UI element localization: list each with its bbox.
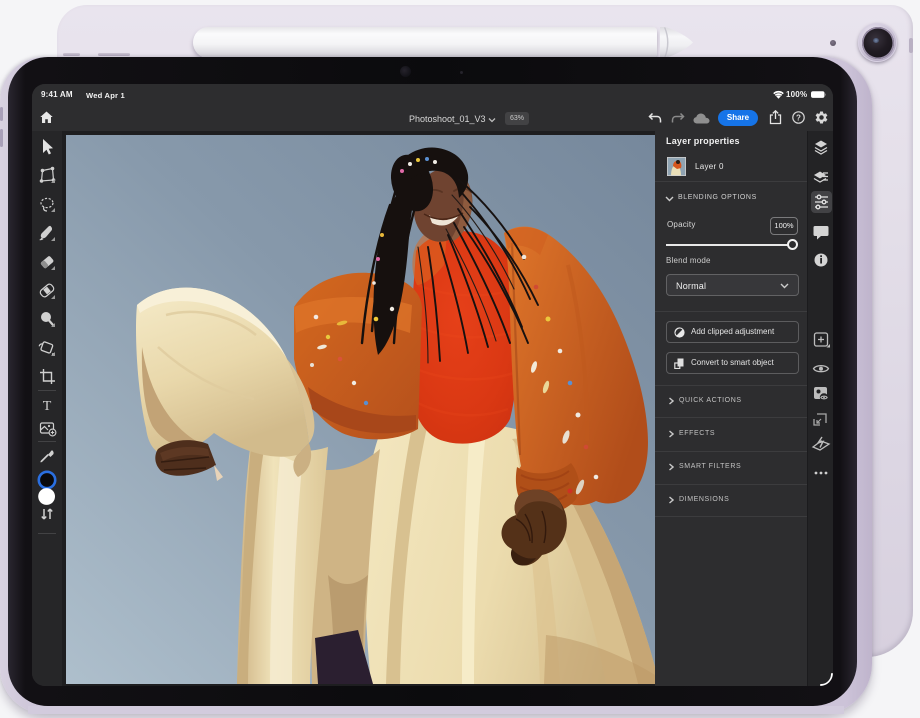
svg-text:?: ?: [796, 113, 801, 122]
svg-text:T: T: [43, 399, 52, 414]
